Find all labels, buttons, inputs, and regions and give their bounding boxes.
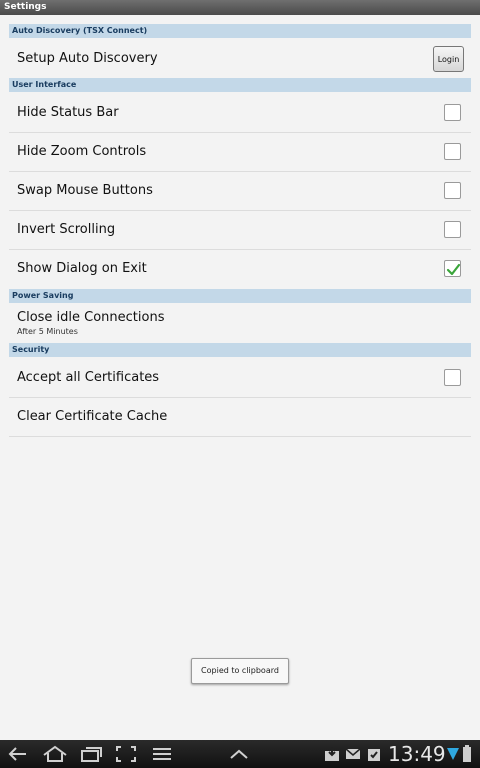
setting-label: Hide Zoom Controls — [17, 144, 147, 159]
setting-label: Invert Scrolling — [17, 222, 116, 237]
section-header-auto-discovery: Auto Discovery (TSX Connect) — [9, 24, 471, 38]
app-title: Settings — [4, 2, 47, 12]
setting-hide-zoom-controls[interactable]: Hide Zoom Controls — [9, 133, 471, 172]
show-dialog-on-exit-checkbox[interactable] — [444, 260, 461, 277]
setting-label: Show Dialog on Exit — [17, 261, 147, 276]
setting-label: Close idle Connections — [17, 310, 165, 325]
hide-status-bar-checkbox[interactable] — [444, 104, 461, 121]
setting-setup-auto-discovery[interactable]: Setup Auto Discovery Login — [9, 40, 471, 79]
swap-mouse-buttons-checkbox[interactable] — [444, 182, 461, 199]
setting-label: Accept all Certificates — [17, 370, 160, 385]
screenshot-icon[interactable] — [115, 745, 137, 763]
section-header-security: Security — [9, 343, 471, 357]
section-header-power-saving: Power Saving — [9, 289, 471, 303]
setting-swap-mouse-buttons[interactable]: Swap Mouse Buttons — [9, 172, 471, 211]
setting-label: Swap Mouse Buttons — [17, 183, 153, 198]
setting-label: Clear Certificate Cache — [17, 409, 168, 424]
mail-icon[interactable] — [345, 747, 361, 761]
download-icon[interactable] — [324, 746, 340, 762]
hide-zoom-controls-checkbox[interactable] — [444, 143, 461, 160]
back-icon[interactable] — [6, 745, 30, 763]
toast-message: Copied to clipboard — [191, 658, 289, 684]
system-nav-bar: 13:49 — [0, 740, 480, 768]
setting-label: Setup Auto Discovery — [17, 51, 158, 66]
accept-all-certificates-checkbox[interactable] — [444, 369, 461, 386]
login-button[interactable]: Login — [433, 46, 464, 72]
expand-icon[interactable] — [228, 748, 250, 760]
status-clock: 13:49 — [388, 742, 446, 766]
home-icon[interactable] — [42, 745, 68, 763]
invert-scrolling-checkbox[interactable] — [444, 221, 461, 238]
setting-invert-scrolling[interactable]: Invert Scrolling — [9, 211, 471, 250]
setting-clear-certificate-cache[interactable]: Clear Certificate Cache — [9, 398, 471, 437]
task-icon[interactable] — [366, 746, 382, 762]
section-header-user-interface: User Interface — [9, 78, 471, 92]
wifi-icon — [447, 748, 459, 760]
recent-apps-icon[interactable] — [80, 745, 104, 763]
setting-accept-all-certificates[interactable]: Accept all Certificates — [9, 359, 471, 398]
setting-close-idle-connections[interactable]: Close idle Connections After 5 Minutes — [9, 304, 471, 343]
setting-show-dialog-on-exit[interactable]: Show Dialog on Exit — [9, 250, 471, 289]
setting-label: Hide Status Bar — [17, 105, 119, 120]
setting-hide-status-bar[interactable]: Hide Status Bar — [9, 94, 471, 133]
battery-icon — [463, 745, 471, 762]
app-title-bar: Settings — [0, 0, 480, 15]
setting-summary: After 5 Minutes — [17, 327, 78, 336]
menu-icon[interactable] — [151, 745, 173, 763]
checkmark-icon — [446, 263, 461, 276]
